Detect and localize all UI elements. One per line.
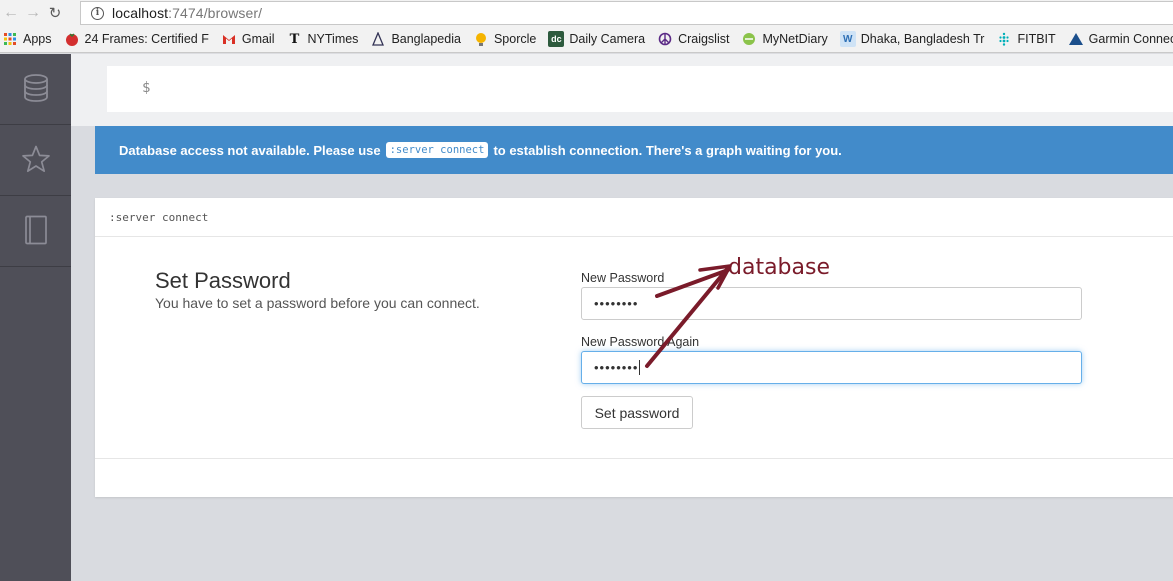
new-password-value: •••••••• <box>594 296 639 311</box>
bookmark-nytimes[interactable]: T NYTimes <box>287 31 359 47</box>
star-icon <box>21 145 51 176</box>
text-caret <box>639 360 641 375</box>
peace-icon <box>657 31 673 47</box>
banner-text-before: Database access not available. Please us… <box>119 142 381 158</box>
annotation-label: database <box>728 255 830 280</box>
page-title: Set Password <box>155 268 291 293</box>
tomato-icon <box>64 31 80 47</box>
fitbit-icon <box>996 31 1012 47</box>
weather-icon: W <box>839 31 856 47</box>
bookmark-garmin[interactable]: Garmin Connect <box>1068 31 1173 47</box>
frame-command[interactable]: :server connect <box>95 198 1173 237</box>
editor-prompt: $ <box>142 80 151 96</box>
result-frame: :server connect Set Password You have to… <box>95 198 1173 497</box>
info-icon[interactable]: i <box>91 6 104 20</box>
bookmark-24frames[interactable]: 24 Frames: Certified F <box>64 31 209 47</box>
bookmark-sporcle[interactable]: Sporcle <box>473 31 536 47</box>
command-editor[interactable]: $ <box>107 66 1173 112</box>
bookmark-gmail[interactable]: Gmail <box>221 31 275 47</box>
new-password-field[interactable]: •••••••• <box>581 287 1082 320</box>
sidebar <box>0 54 71 581</box>
banner-command-link[interactable]: :server connect <box>385 142 489 158</box>
sidebar-item-documents[interactable] <box>0 196 71 267</box>
new-password-again-label: New Password Again <box>581 335 700 349</box>
apps-grid-icon <box>2 31 18 47</box>
forward-button[interactable]: → <box>22 2 44 24</box>
garmin-icon <box>1068 31 1084 47</box>
browser-toolbar: ← → ↻ i localhost:7474/browser/ <box>0 0 1173 26</box>
editor-bar: $ <box>71 54 1173 126</box>
banner-text-after: to establish connection. There's a graph… <box>493 142 842 158</box>
bookmark-dhaka-weather[interactable]: W Dhaka, Bangladesh Tr <box>839 31 984 47</box>
mynetdiary-icon <box>741 31 757 47</box>
bookmark-banglapedia[interactable]: Banglapedia <box>370 31 461 47</box>
reload-button[interactable]: ↻ <box>44 2 66 24</box>
bookmark-dailycamera[interactable]: dc Daily Camera <box>548 31 645 47</box>
address-bar[interactable]: i localhost:7474/browser/ <box>80 1 1173 25</box>
connection-banner: Database access not available. Please us… <box>95 126 1173 174</box>
gmail-icon <box>221 31 237 47</box>
book-icon <box>24 215 48 248</box>
database-icon <box>23 73 49 105</box>
bookmark-mynetdiary[interactable]: MyNetDiary <box>741 31 828 47</box>
set-password-button[interactable]: Set password <box>581 396 693 429</box>
url-text: localhost:7474/browser/ <box>112 5 263 21</box>
bookmark-fitbit[interactable]: FITBIT <box>996 31 1056 47</box>
sidebar-item-favorites[interactable] <box>0 125 71 196</box>
back-button[interactable]: ← <box>0 2 22 24</box>
new-password-label: New Password <box>581 271 665 285</box>
banglapedia-icon <box>370 31 386 47</box>
main-area: $ Database access not available. Please … <box>71 54 1173 581</box>
sidebar-item-database[interactable] <box>0 54 71 125</box>
nytimes-icon: T <box>289 31 300 47</box>
sporcle-icon <box>473 31 489 47</box>
page-lead: You have to set a password before you ca… <box>155 295 480 311</box>
dailycamera-icon: dc <box>548 31 565 47</box>
bookmarks-bar: Apps 24 Frames: Certified F Gmail T NYTi… <box>0 26 1173 53</box>
bookmark-apps[interactable]: Apps <box>2 31 52 47</box>
frame-footer <box>95 458 1173 459</box>
new-password-again-field[interactable]: •••••••• <box>581 351 1082 384</box>
bookmark-craigslist[interactable]: Craigslist <box>657 31 729 47</box>
new-password-again-value: •••••••• <box>594 360 639 375</box>
